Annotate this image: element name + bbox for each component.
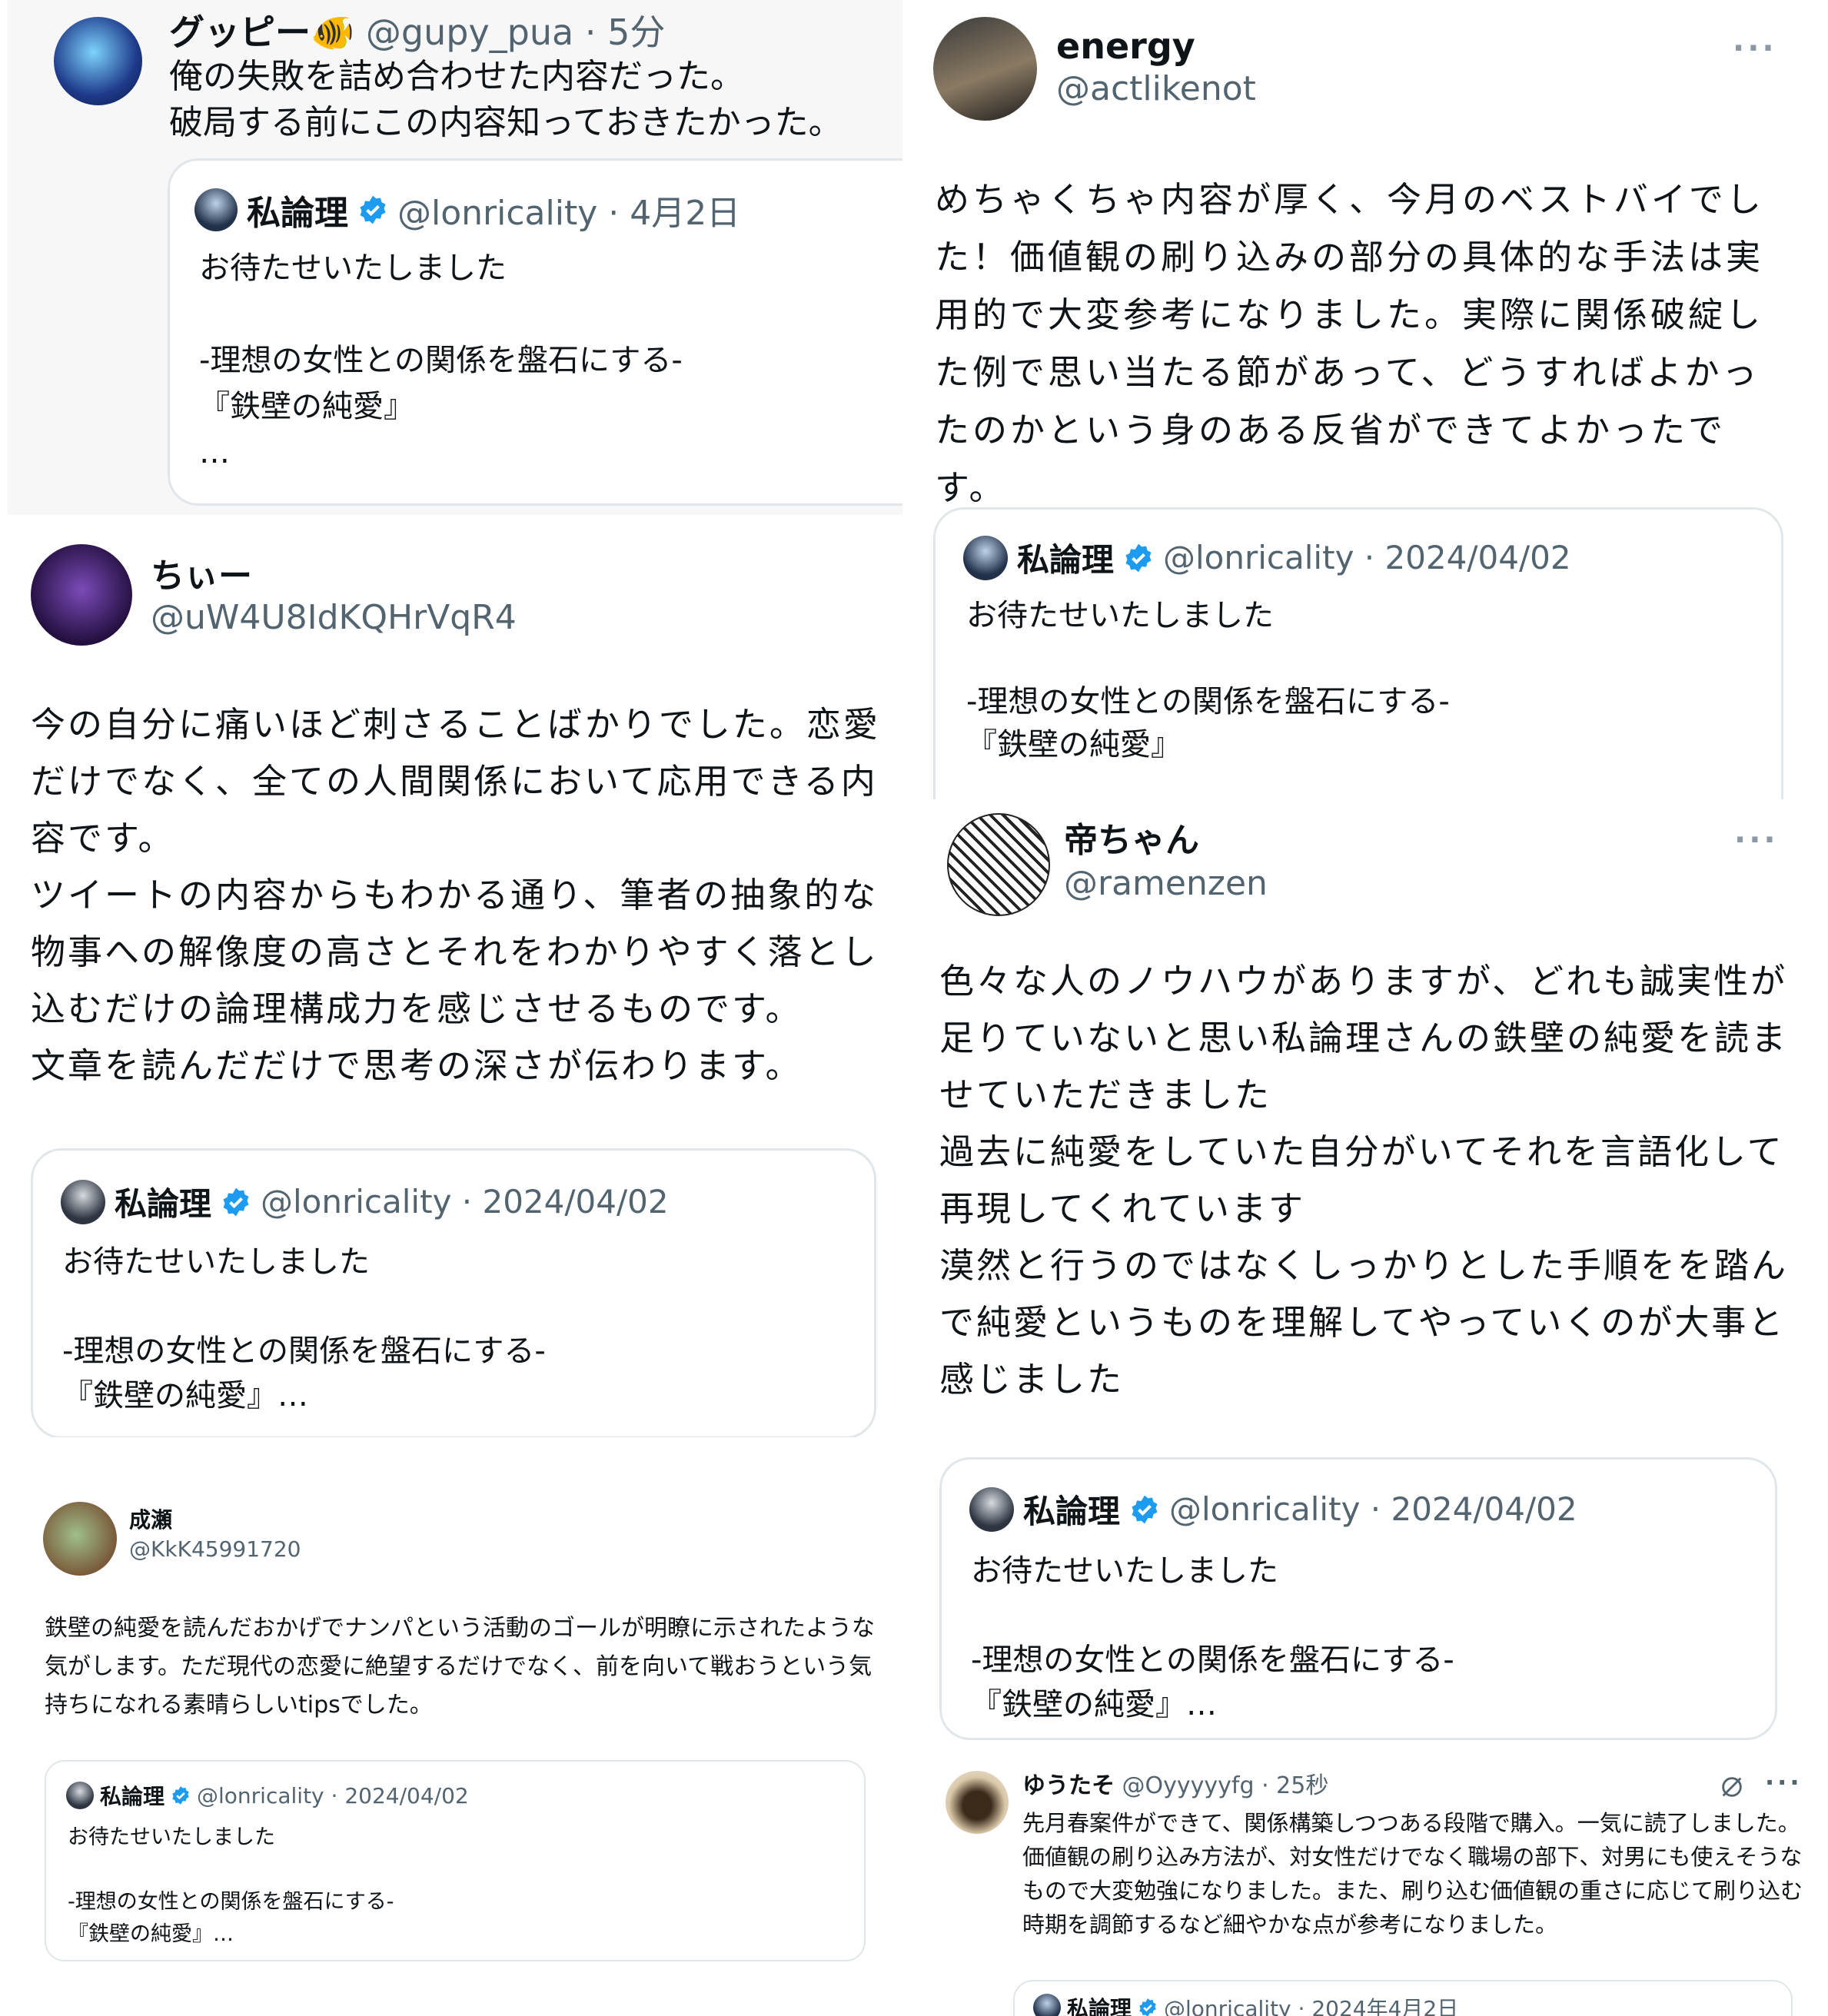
verified-badge-icon: [1139, 1998, 1156, 2016]
post-text: 鉄壁の純愛を読んだおかげでナンパという活動のゴールが明瞭に示されたような気がしま…: [45, 1615, 875, 1719]
quoted-post[interactable]: 私論理 @lonricality · 2024年4月2日: [1013, 1980, 1793, 2016]
post-energy[interactable]: energy @actlikenot ··· めちゃくちゃ内容が厚く、今月のベス…: [902, 0, 1828, 799]
quote-text: お待たせいたしました -理想の女性との関係を盤石にする- 『鉄壁の純愛』…: [971, 1553, 1454, 1722]
post-text: 先月春案件ができて、関係構築しつつある段階で購入。一気に読了しました。価値観の刷…: [1022, 1810, 1803, 1938]
post-author-name[interactable]: ちぃー: [151, 553, 252, 599]
quote-author-name: 私論理: [100, 1784, 165, 1809]
quote-author-name: 私論理: [1023, 1493, 1121, 1530]
post-time[interactable]: · 5分: [585, 12, 666, 53]
yutaso-avatar[interactable]: [946, 1771, 1009, 1834]
quote-handle-date: @lonricality · 4月2日: [397, 194, 741, 233]
verified-badge-icon: [1132, 1495, 1158, 1523]
quoted-post[interactable]: 私論理 @lonricality · 2024/04/02 お待たせいたしました…: [939, 1457, 1777, 1740]
post-text: 俺の失敗を詰め合わせた内容だった。 破局する前にこの内容知っておきたかった。: [169, 57, 843, 142]
quote-avatar: [66, 1782, 94, 1809]
chii-avatar[interactable]: [31, 544, 132, 646]
post-author-handle[interactable]: @Oyyyyyfg: [1122, 1772, 1255, 1799]
post-time[interactable]: · 25秒: [1261, 1772, 1328, 1799]
quote-handle-date: @lonricality · 2024/04/02: [1169, 1490, 1577, 1528]
quote-handle-date: @lonricality · 2024/04/02: [1163, 539, 1571, 576]
quoted-post[interactable]: 私論理 @lonricality · 2024/04/02 お待たせいたしました…: [933, 507, 1783, 799]
post-text: 色々な人のノウハウがありますが、どれも誠実性が足りていないと思い私論理さんの鉄壁…: [939, 961, 1789, 1400]
post-chii[interactable]: ちぃー @uW4U8IdKQHrVqR4 今の自分に痛いほど刺さることばかりでし…: [0, 515, 902, 1437]
post-author-handle[interactable]: @ramenzen: [1064, 861, 1268, 907]
post-author-handle[interactable]: @gupy_pua: [366, 12, 573, 53]
post-author-name[interactable]: グッピー🐠: [169, 12, 354, 53]
naruse-avatar[interactable]: [43, 1502, 117, 1576]
post-author-name[interactable]: 帝ちゃん: [1064, 818, 1199, 864]
quote-author-name: 私論理: [115, 1185, 212, 1223]
verified-badge-icon: [223, 1187, 249, 1216]
post-mikado[interactable]: 帝ちゃん @ramenzen ··· 色々な人のノウハウがありますが、どれも誠実…: [919, 799, 1828, 1752]
post-author-name[interactable]: 成瀬: [129, 1505, 172, 1536]
post-author-handle[interactable]: @actlikenot: [1056, 66, 1256, 112]
quote-handle-date: @lonricality · 2024/04/02: [197, 1782, 469, 1808]
quote-author-name: 私論理: [1017, 541, 1115, 579]
quote-avatar: [963, 535, 1008, 580]
more-options-icon[interactable]: ···: [1765, 1768, 1802, 1797]
post-text: めちゃくちゃ内容が厚く、今月のベストバイでした！価値観の刷り込みの部分の具体的な…: [935, 179, 1764, 508]
post-text: 今の自分に痛いほど刺さることばかりでした。恋愛だけでなく、全ての人間関係において…: [31, 704, 880, 1086]
quoted-post[interactable]: 私論理 @lonricality · 4月2日 お待たせいたしました -理想の女…: [168, 158, 902, 506]
post-author-name[interactable]: ゆうたそ: [1022, 1772, 1115, 1799]
quote-text: お待たせいたしました -理想の女性との関係を盤石にする- 『鉄壁の純愛』…: [68, 1825, 394, 1946]
quote-author-name: 私論理: [247, 194, 348, 233]
more-options-icon[interactable]: ···: [1733, 31, 1777, 66]
post-yutaso[interactable]: ゆうたそ @Oyyyyyfg · 25秒 ··· 先月春案件ができて、関係構築し…: [919, 1752, 1828, 2016]
quote-handle-date: @lonricality · 2024/04/02: [261, 1183, 669, 1221]
quote-avatar: [1033, 1994, 1061, 2016]
quote-text: お待たせいたしました -理想の女性との関係を盤石にする- 『鉄壁の純愛』…: [62, 1244, 546, 1413]
quote-avatar: [61, 1179, 105, 1224]
post-author-handle[interactable]: @KkK45991720: [129, 1534, 301, 1565]
quote-text: お待たせいたしました -理想の女性との関係を盤石にする- 『鉄壁の純愛』 …: [199, 251, 683, 470]
quote-text: お待たせいたしました -理想の女性との関係を盤石にする- 『鉄壁の純愛』: [966, 598, 1450, 762]
mikado-avatar[interactable]: [947, 813, 1050, 916]
post-author-name[interactable]: energy: [1056, 23, 1195, 69]
guppy-avatar[interactable]: [54, 17, 142, 105]
verified-badge-icon: [1125, 543, 1152, 572]
quote-handle-date: @lonricality · 2024年4月2日: [1164, 1996, 1459, 2016]
quote-avatar: [194, 188, 238, 231]
post-naruse[interactable]: 成瀬 @KkK45991720 鉄壁の純愛を読んだおかげでナンパという活動のゴー…: [0, 1479, 902, 2016]
quote-author-name: 私論理: [1067, 1996, 1132, 2016]
quoted-post[interactable]: 私論理 @lonricality · 2024/04/02 お待たせいたしました…: [45, 1760, 866, 1961]
more-options-icon[interactable]: ···: [1734, 822, 1779, 858]
post-author-handle[interactable]: @uW4U8IdKQHrVqR4: [151, 595, 517, 641]
energy-avatar[interactable]: [933, 17, 1037, 121]
grok-icon[interactable]: [1719, 1774, 1745, 1800]
verified-badge-icon: [360, 195, 386, 224]
verified-badge-icon: [172, 1786, 189, 1805]
post-guppy[interactable]: グッピー🐠 @gupy_pua · 5分 俺の失敗を詰め合わせた内容だった。 破…: [8, 0, 902, 515]
quoted-post[interactable]: 私論理 @lonricality · 2024/04/02 お待たせいたしました…: [31, 1148, 876, 1437]
quote-avatar: [969, 1486, 1014, 1532]
